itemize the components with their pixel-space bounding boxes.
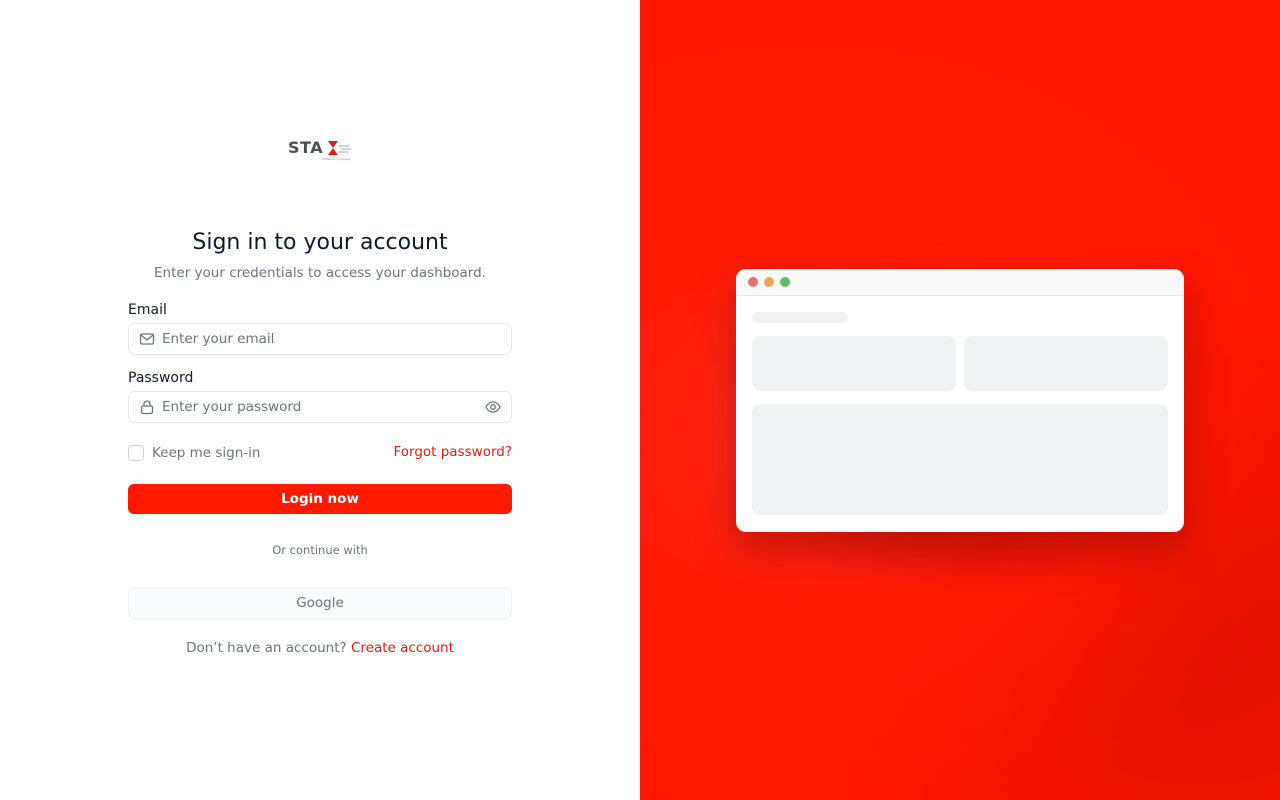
mail-icon (139, 331, 155, 347)
logo-tagline: Software Company (322, 157, 351, 161)
password-field[interactable] (128, 391, 512, 423)
logo-hourglass-icon (328, 141, 338, 155)
logo-lines-icon (339, 145, 351, 153)
page-title: Sign in to your account (192, 230, 448, 255)
signup-prompt-text: Don’t have an account? (186, 640, 347, 656)
email-label: Email (128, 302, 167, 318)
continue-with-text: Or continue with (272, 543, 368, 557)
skeleton-card (752, 336, 956, 391)
remember-me[interactable]: Keep me sign-in (128, 445, 261, 461)
window-title-bar (736, 269, 1184, 296)
password-input[interactable] (162, 393, 485, 421)
login-page: STA Software Company Sign in to your acc… (0, 0, 1280, 800)
logo-wordmark: STA (288, 138, 324, 157)
window-maximize-dot (780, 277, 790, 287)
dashboard-preview-window (736, 269, 1184, 532)
skeleton-panel (752, 404, 1168, 515)
password-label: Password (128, 370, 194, 386)
skeleton-heading (752, 312, 848, 323)
create-account-link[interactable]: Create account (351, 640, 454, 656)
lock-icon (139, 399, 155, 415)
skeleton-card (964, 336, 1168, 391)
remember-label: Keep me sign-in (152, 445, 261, 461)
window-minimize-dot (764, 277, 774, 287)
brand-logo: STA Software Company (288, 138, 354, 164)
window-close-dot (748, 277, 758, 287)
page-subtitle: Enter your credentials to access your da… (154, 265, 486, 281)
login-panel: STA Software Company Sign in to your acc… (0, 0, 640, 800)
login-button[interactable]: Login now (128, 484, 512, 514)
google-button[interactable]: Google (128, 587, 512, 619)
forgot-password-link[interactable]: Forgot password? (380, 444, 512, 460)
eye-icon[interactable] (485, 399, 501, 415)
signup-prompt: Don’t have an account? Create account (128, 640, 512, 656)
email-field[interactable] (128, 323, 512, 355)
remember-checkbox[interactable] (128, 445, 144, 461)
email-input[interactable] (162, 325, 511, 353)
hero-panel (640, 0, 1280, 800)
